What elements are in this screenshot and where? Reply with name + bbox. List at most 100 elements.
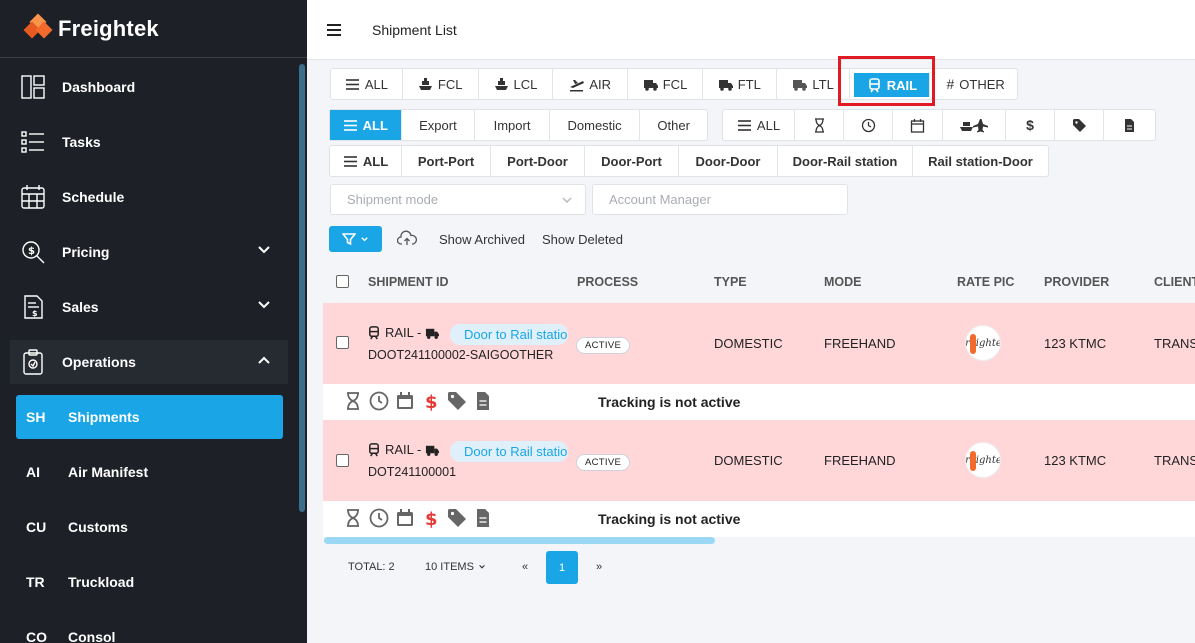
avatar: Freightek (965, 442, 1001, 478)
tag-icon[interactable] (447, 508, 467, 528)
next-page-button[interactable]: » (596, 561, 602, 573)
sidebar-item-truckload[interactable]: TR Truckload (16, 560, 283, 604)
clock-icon[interactable] (369, 508, 389, 528)
list-icon (343, 155, 357, 167)
column-header-type[interactable]: TYPE (714, 275, 747, 289)
clipboard-icon (20, 349, 46, 375)
sidebar-item-tasks[interactable]: Tasks (10, 120, 288, 164)
sidebar-item-sales[interactable]: $ Sales (10, 285, 288, 329)
document-icon[interactable] (473, 391, 493, 411)
dollar-icon[interactable]: $ (421, 508, 441, 528)
dollar-icon[interactable]: $ (421, 391, 441, 411)
sidebar-scrollbar[interactable] (299, 64, 305, 512)
tab-status-documents[interactable] (1104, 110, 1155, 140)
column-header-mode[interactable]: MODE (824, 275, 862, 289)
tab-rail-station-door[interactable]: Rail station-Door (913, 146, 1048, 176)
table-horizontal-scrollbar[interactable] (324, 537, 715, 544)
column-header-shipment-id[interactable]: SHIPMENT ID (368, 275, 449, 289)
account-manager-select[interactable]: Account Manager (592, 184, 848, 215)
tab-air[interactable]: AIR (553, 69, 629, 99)
calendar-icon[interactable] (395, 508, 415, 528)
chevron-down-icon[interactable] (256, 297, 272, 313)
tab-truck-fcl[interactable]: FCL (628, 69, 703, 99)
tab-other[interactable]: # OTHER (934, 69, 1017, 99)
tab-export[interactable]: Export (402, 110, 476, 140)
page-1-button[interactable]: 1 (546, 551, 578, 584)
clock-icon[interactable] (369, 391, 389, 411)
column-header-process[interactable]: PROCESS (577, 275, 638, 289)
chevron-up-icon[interactable] (256, 352, 272, 368)
client-cell: TRANS (1154, 453, 1195, 468)
column-header-client[interactable]: CLIENT (1154, 275, 1195, 289)
tab-route-all[interactable]: ALL (330, 146, 402, 176)
select-all-checkbox[interactable] (336, 275, 349, 288)
shipment-id-link[interactable]: DOOT241100002-SAIGOOTHER (368, 348, 553, 362)
table-row[interactable]: RAIL - Door to Rail station DOT241100001… (323, 420, 1195, 501)
row-checkbox[interactable] (336, 336, 349, 349)
sidebar-item-customs[interactable]: CU Customs (16, 505, 283, 549)
sidebar-item-pricing[interactable]: $ Pricing (10, 230, 288, 274)
tab-port-port[interactable]: Port-Port (402, 146, 491, 176)
tab-status-in-transit[interactable] (943, 110, 1006, 140)
tab-status-scheduled[interactable] (844, 110, 893, 140)
sidebar-item-schedule[interactable]: Schedule (10, 175, 288, 219)
sidebar-item-abbr: CO (26, 629, 47, 643)
tab-ftl[interactable]: FTL (703, 69, 777, 99)
tracking-status: Tracking is not active (598, 511, 741, 527)
column-header-provider[interactable]: PROVIDER (1044, 275, 1109, 289)
tab-direction-all[interactable]: ALL (330, 110, 402, 140)
sidebar-item-dashboard[interactable]: Dashboard (10, 65, 288, 109)
column-header-rate-pic[interactable]: RATE PIC (957, 275, 1014, 289)
tab-ocean-lcl[interactable]: LCL (479, 69, 554, 99)
sidebar-item-consol[interactable]: CO Consol (16, 615, 283, 643)
document-icon[interactable] (473, 508, 493, 528)
tab-door-port[interactable]: Door-Port (585, 146, 679, 176)
tab-all[interactable]: ALL (331, 69, 403, 99)
show-deleted-toggle[interactable]: Show Deleted (542, 232, 623, 247)
page-size-select[interactable]: 10 ITEMS (425, 561, 486, 573)
sidebar-item-label: Sales (62, 299, 99, 315)
tab-status-all[interactable]: ALL (723, 110, 795, 140)
tab-domestic[interactable]: Domestic (550, 110, 641, 140)
sidebar-item-label: Consol (68, 629, 116, 643)
brand[interactable]: Freightek (0, 0, 307, 58)
show-archived-toggle[interactable]: Show Archived (439, 232, 525, 247)
tab-status-billing[interactable]: $ (1006, 110, 1055, 140)
document-icon (1125, 118, 1134, 132)
row-checkbox[interactable] (336, 454, 349, 467)
list-icon (737, 119, 751, 131)
filter-icon (342, 233, 356, 246)
tab-direction-other[interactable]: Other (640, 110, 707, 140)
tab-port-door[interactable]: Port-Door (491, 146, 585, 176)
shipment-id-link[interactable]: DOT241100001 (368, 465, 456, 479)
top-bar: Shipment List (307, 0, 1195, 60)
sidebar-item-operations[interactable]: Operations (10, 340, 288, 384)
hourglass-icon[interactable] (343, 508, 363, 528)
cloud-upload-icon[interactable] (397, 230, 417, 248)
tracking-status: Tracking is not active (598, 394, 741, 410)
tab-door-rail-station[interactable]: Door-Rail station (778, 146, 913, 176)
sidebar-item-label: Customs (68, 519, 128, 535)
tag-icon[interactable] (447, 391, 467, 411)
sidebar-item-shipments[interactable]: SH Shipments (16, 395, 283, 439)
brand-name: Freightek (58, 15, 159, 41)
chevron-down-icon[interactable] (256, 242, 272, 258)
tab-status-calendar[interactable] (893, 110, 943, 140)
calendar-icon[interactable] (395, 391, 415, 411)
tab-door-door[interactable]: Door-Door (679, 146, 778, 176)
menu-toggle-icon[interactable] (327, 23, 341, 36)
pricing-icon: $ (20, 239, 46, 265)
shipment-mode-select[interactable]: Shipment mode (330, 184, 586, 215)
tab-status-tagged[interactable] (1055, 110, 1104, 140)
tab-ocean-fcl[interactable]: FCL (403, 69, 479, 99)
tab-status-pending[interactable] (795, 110, 844, 140)
prev-page-button[interactable]: « (522, 561, 528, 573)
table-row[interactable]: RAIL - Door to Rail station DOOT24110000… (323, 303, 1195, 384)
sidebar-item-air-manifest[interactable]: AI Air Manifest (16, 450, 283, 494)
filter-button[interactable] (329, 226, 382, 252)
tab-import[interactable]: Import (475, 110, 550, 140)
plane-icon (570, 79, 585, 91)
hourglass-icon[interactable] (343, 391, 363, 411)
truck-icon (426, 445, 440, 456)
freightek-logo-icon (23, 13, 53, 43)
